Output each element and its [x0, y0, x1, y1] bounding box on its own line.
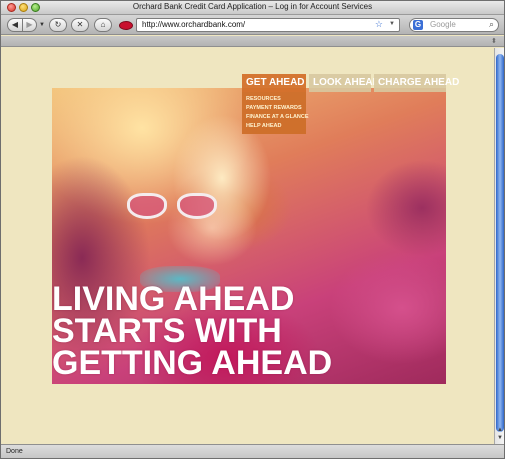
- reload-button[interactable]: ↻: [49, 18, 67, 32]
- browser-window: Orchard Bank Credit Card Application – L…: [0, 0, 505, 459]
- browser-toolbar: ◀ ▶ ▼ ↻ ✕ ⌂ http://www.orchardbank.com/ …: [1, 15, 504, 35]
- stop-icon: ✕: [76, 20, 84, 29]
- url-text[interactable]: http://www.orchardbank.com/: [142, 20, 245, 29]
- menu-item-finance-at-a-glance[interactable]: FINANCE AT A GLANCE: [246, 113, 309, 122]
- title-bar[interactable]: Orchard Bank Credit Card Application – L…: [1, 1, 504, 15]
- headline-line-2: STARTS WITH: [52, 312, 282, 350]
- page-content: LIVING AHEAD STARTS WITH GETTING AHEAD G…: [1, 48, 494, 444]
- back-button[interactable]: ◀: [7, 18, 23, 32]
- back-arrow-icon: ◀: [11, 20, 19, 29]
- home-button[interactable]: ⌂: [94, 18, 112, 32]
- nav-get-ahead[interactable]: GET AHEAD: [242, 74, 306, 92]
- status-text: Done: [6, 448, 23, 455]
- vertical-scrollbar[interactable]: ▲ ▼: [494, 48, 504, 444]
- bookmark-star-icon[interactable]: ☆: [375, 19, 383, 30]
- scroll-down-arrow-icon[interactable]: ▼: [495, 435, 504, 443]
- forward-arrow-icon: ▶: [26, 20, 33, 29]
- nav-look-ahead[interactable]: LOOK AHEAD: [309, 74, 380, 92]
- search-field[interactable]: G Google ⌕: [409, 18, 499, 32]
- menu-item-help-ahead[interactable]: HELP AHEAD: [246, 122, 306, 131]
- headline-line-1: LIVING AHEAD: [52, 280, 295, 318]
- sunglasses-graphic: [127, 193, 222, 223]
- stop-button[interactable]: ✕: [71, 18, 89, 32]
- menu-item-payment-rewards[interactable]: PAYMENT REWARDS: [246, 104, 306, 113]
- google-icon[interactable]: G: [413, 20, 423, 30]
- history-dropdown-icon[interactable]: ▼: [39, 22, 45, 28]
- site-favicon: [119, 21, 133, 30]
- window-title: Orchard Bank Credit Card Application – L…: [132, 2, 373, 11]
- magnifier-icon[interactable]: ⌕: [489, 19, 494, 30]
- status-bar: Done: [1, 444, 504, 458]
- search-placeholder: Google: [430, 20, 456, 29]
- scrollbar-thumb[interactable]: [496, 54, 504, 432]
- tab-strip: ⬍: [1, 36, 504, 47]
- menu-item-resources[interactable]: RESOURCES: [246, 95, 306, 104]
- reload-icon: ↻: [54, 20, 62, 29]
- address-bar[interactable]: http://www.orchardbank.com/ ☆ ▼: [136, 18, 400, 32]
- home-icon: ⌂: [100, 20, 106, 29]
- headline-line-3: GETTING AHEAD: [52, 344, 333, 382]
- resize-icon[interactable]: ⬍: [491, 37, 499, 45]
- scroll-up-arrow-icon[interactable]: ▲: [495, 427, 504, 435]
- url-dropdown-icon[interactable]: ▼: [389, 21, 395, 27]
- nav-charge-ahead[interactable]: CHARGE AHEAD: [374, 74, 459, 92]
- get-ahead-dropdown: RESOURCES PAYMENT REWARDS FINANCE AT A G…: [242, 92, 309, 134]
- forward-button[interactable]: ▶: [23, 18, 37, 32]
- hero-headline: LIVING AHEAD STARTS WITH GETTING AHEAD: [52, 280, 446, 382]
